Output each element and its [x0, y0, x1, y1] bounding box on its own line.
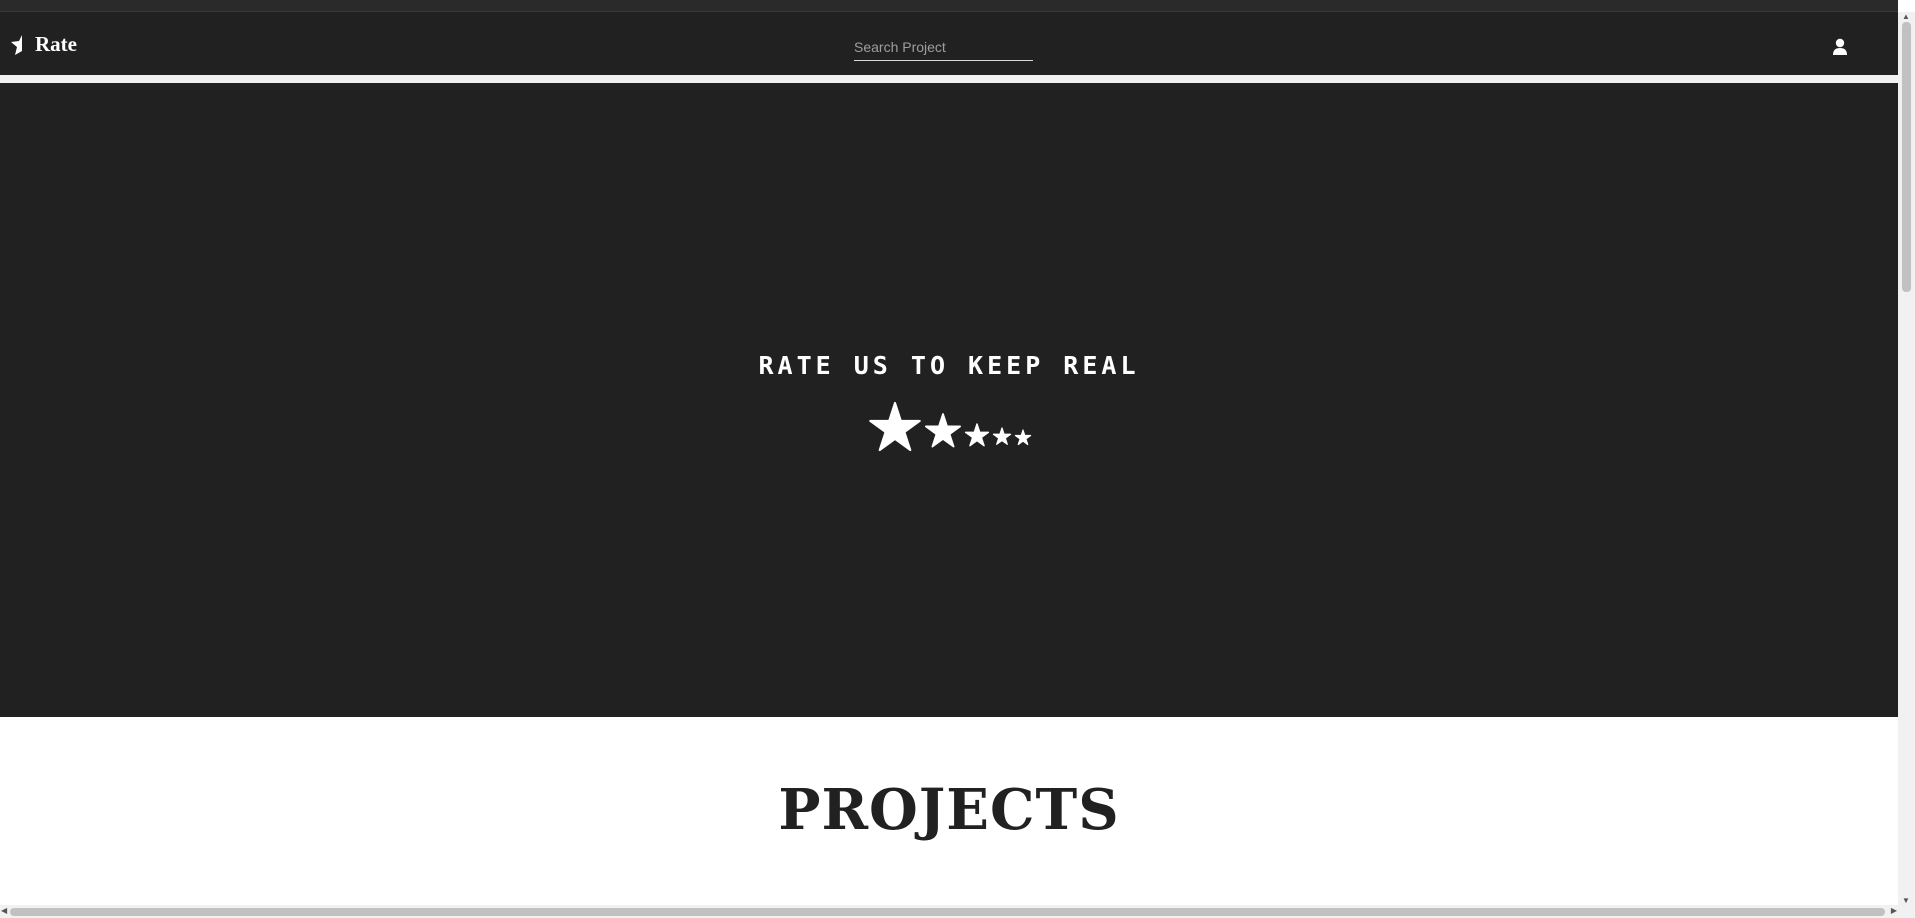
horizontal-scroll-thumb[interactable]	[10, 908, 1885, 916]
user-icon[interactable]	[1830, 36, 1850, 58]
half-star-icon	[11, 34, 22, 55]
search-input[interactable]	[854, 34, 1033, 60]
brand-link[interactable]: Rate	[10, 32, 77, 57]
projects-title: PROJECTS	[778, 777, 1120, 843]
search-field-wrapper	[854, 34, 1033, 61]
star-icon	[993, 428, 1010, 444]
star-icon	[870, 403, 919, 450]
hero-title: RATE US TO KEEP REAL	[758, 351, 1140, 380]
star-icon	[1015, 430, 1030, 444]
star-icon	[966, 424, 989, 446]
vertical-scrollbar[interactable]: ▲ ▼	[1898, 12, 1915, 905]
stars-decoration	[0, 399, 1898, 455]
horizontal-scrollbar[interactable]: ◀ ▶	[0, 905, 1915, 918]
projects-section: PROJECTS	[0, 717, 1898, 905]
scroll-left-icon[interactable]: ◀	[1, 906, 7, 915]
brand-text: Rate	[35, 32, 77, 56]
scroll-up-icon[interactable]: ▲	[1902, 12, 1910, 21]
vertical-scroll-thumb[interactable]	[1902, 22, 1911, 292]
navbar: Rate	[0, 12, 1898, 75]
scroll-down-icon[interactable]: ▼	[1902, 896, 1910, 905]
scroll-right-icon[interactable]: ▶	[1891, 906, 1897, 915]
navbar-divider	[0, 75, 1898, 83]
hero-section: RATE US TO KEEP REAL	[0, 83, 1898, 717]
star-icon	[926, 414, 960, 447]
browser-top-strip	[0, 0, 1898, 12]
